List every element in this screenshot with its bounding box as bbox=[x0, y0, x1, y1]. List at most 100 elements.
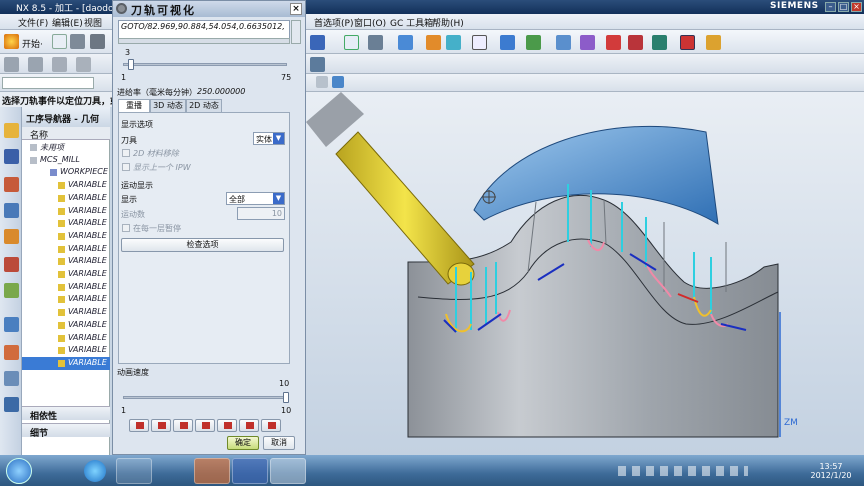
stop-button[interactable] bbox=[261, 419, 281, 432]
snap-point-icon[interactable] bbox=[316, 76, 328, 88]
view-toolbar-icon[interactable] bbox=[310, 57, 325, 72]
tree-row[interactable]: VARIABLE bbox=[22, 243, 110, 256]
checkbox-show-previous-ipw[interactable] bbox=[122, 163, 130, 171]
shaded-cube-icon[interactable] bbox=[398, 35, 413, 50]
start-button[interactable]: 开始· bbox=[22, 37, 43, 50]
section-view-icon[interactable] bbox=[426, 35, 441, 50]
tree-row[interactable]: VARIABLE bbox=[22, 217, 110, 230]
tree-row[interactable]: 未用项 bbox=[22, 141, 110, 154]
forward-end-button[interactable] bbox=[239, 419, 259, 432]
tree-row[interactable]: VARIABLE bbox=[22, 293, 110, 306]
tab-2d-dynamic[interactable]: 2D 动态 bbox=[186, 99, 222, 113]
tree-row[interactable]: VARIABLE bbox=[22, 306, 110, 319]
tab-replay[interactable]: 重播 bbox=[118, 99, 150, 113]
menu-edit[interactable]: 编辑(E) bbox=[52, 16, 83, 29]
tree-row[interactable]: VARIABLE bbox=[22, 255, 110, 268]
ie-icon[interactable] bbox=[84, 460, 106, 482]
word-icon[interactable] bbox=[232, 458, 268, 484]
tree-row[interactable]: VARIABLE bbox=[22, 205, 110, 218]
menu-view[interactable]: 视图 bbox=[84, 16, 102, 29]
tree-row[interactable]: VARIABLE bbox=[22, 230, 110, 243]
motion-count-field[interactable]: 10 bbox=[237, 207, 285, 220]
machine-tool-icon[interactable] bbox=[652, 35, 667, 50]
tree-row[interactable]: VARIABLE bbox=[22, 319, 110, 332]
save-icon[interactable] bbox=[90, 34, 105, 49]
tree-row[interactable]: VARIABLE bbox=[22, 179, 110, 192]
tree-row[interactable]: VARIABLE bbox=[22, 344, 110, 357]
close-icon[interactable]: × bbox=[851, 2, 862, 12]
tree-row[interactable]: VARIABLE bbox=[22, 332, 110, 345]
tree-row[interactable]: WORKPIECE bbox=[22, 166, 110, 179]
fit-view-icon[interactable] bbox=[344, 35, 359, 50]
checkbox-2d-material-removal[interactable] bbox=[122, 149, 130, 157]
menu-gc-toolbox[interactable]: GC 工具箱 bbox=[390, 16, 433, 29]
web-browser-icon[interactable] bbox=[4, 317, 19, 332]
menu-file[interactable]: 文件(F) bbox=[18, 16, 48, 29]
orient-view-icon[interactable] bbox=[446, 35, 461, 50]
maximize-icon[interactable]: □ bbox=[838, 2, 849, 12]
step-forward-button[interactable] bbox=[217, 419, 237, 432]
create-tool-icon[interactable] bbox=[28, 57, 43, 72]
layer-icon[interactable] bbox=[556, 35, 571, 50]
part-nav-icon[interactable] bbox=[4, 177, 19, 192]
system-clock[interactable]: 13:57 2012/1/20 bbox=[806, 462, 856, 480]
measure-icon[interactable] bbox=[706, 35, 721, 50]
nx-taskbar-item[interactable] bbox=[270, 458, 306, 484]
tray-icons[interactable] bbox=[618, 466, 748, 476]
type-filter-dropdown[interactable] bbox=[2, 77, 94, 89]
tree-row[interactable]: VARIABLE bbox=[22, 268, 110, 281]
background-icon[interactable] bbox=[472, 35, 487, 50]
tree-row[interactable]: VARIABLE bbox=[22, 192, 110, 205]
verify-path-icon[interactable] bbox=[628, 35, 643, 50]
operation-nav-icon[interactable] bbox=[4, 203, 19, 218]
system-materials-icon[interactable] bbox=[4, 371, 19, 386]
create-geometry-icon[interactable] bbox=[52, 57, 67, 72]
speed-slider-thumb[interactable] bbox=[283, 392, 289, 403]
assembly-nav-icon[interactable] bbox=[4, 123, 19, 138]
close-dialog-icon[interactable]: × bbox=[290, 3, 302, 15]
explorer-taskbar-item[interactable] bbox=[116, 458, 152, 484]
checkbox-pause-each-layer[interactable] bbox=[122, 224, 130, 232]
create-program-icon[interactable] bbox=[4, 57, 19, 72]
section-dependencies[interactable]: 相依性 bbox=[22, 406, 110, 422]
graphics-viewport[interactable]: ZM bbox=[306, 92, 864, 455]
camera-icon[interactable] bbox=[368, 35, 383, 50]
hd3d-tools-icon[interactable] bbox=[4, 283, 19, 298]
reuse-library-icon[interactable] bbox=[4, 257, 19, 272]
wcs-icon[interactable] bbox=[500, 35, 515, 50]
start-orb-icon[interactable] bbox=[6, 458, 32, 484]
animation-speed-slider[interactable] bbox=[123, 396, 287, 399]
play-forward-button[interactable] bbox=[195, 419, 215, 432]
menu-preferences[interactable]: 首选项(P) bbox=[314, 16, 353, 29]
step-slider-thumb[interactable] bbox=[127, 59, 134, 70]
select-filter-icon[interactable] bbox=[310, 35, 325, 50]
cancel-button[interactable]: 取消 bbox=[263, 436, 295, 450]
chevron-down-icon[interactable]: ▼ bbox=[273, 193, 284, 204]
new-file-icon[interactable] bbox=[52, 34, 67, 49]
open-icon[interactable] bbox=[70, 34, 85, 49]
tree-row[interactable]: VARIABLE bbox=[22, 281, 110, 294]
roles-icon[interactable] bbox=[4, 397, 19, 412]
chevron-down-icon[interactable]: ▼ bbox=[273, 133, 284, 144]
minimize-icon[interactable]: – bbox=[825, 2, 836, 12]
listbox-scrollbar[interactable] bbox=[291, 20, 301, 44]
check-options-button[interactable]: 检查选项 bbox=[121, 238, 284, 252]
constraint-nav-icon[interactable] bbox=[4, 149, 19, 164]
menu-window[interactable]: 窗口(O) bbox=[354, 16, 386, 29]
ok-button[interactable]: 确定 bbox=[227, 436, 259, 450]
program-order-icon[interactable] bbox=[580, 35, 595, 50]
create-method-icon[interactable] bbox=[76, 57, 91, 72]
play-reverse-button[interactable] bbox=[173, 419, 193, 432]
snap-cube-icon[interactable] bbox=[332, 76, 344, 88]
column-header-name[interactable]: 名称 bbox=[22, 127, 110, 141]
tab-3d-dynamic[interactable]: 3D 动态 bbox=[150, 99, 186, 113]
media-taskbar-item[interactable] bbox=[194, 458, 230, 484]
gear-icon[interactable] bbox=[116, 3, 127, 14]
snap-icon[interactable] bbox=[526, 35, 541, 50]
section-details[interactable]: 细节 bbox=[22, 423, 110, 439]
listbox-hscrollbar[interactable] bbox=[118, 38, 290, 44]
rewind-start-button[interactable] bbox=[129, 419, 149, 432]
machine-nav-icon[interactable] bbox=[4, 229, 19, 244]
step-slider[interactable] bbox=[123, 63, 287, 66]
tree-row[interactable]: VARIABLE bbox=[22, 356, 110, 370]
